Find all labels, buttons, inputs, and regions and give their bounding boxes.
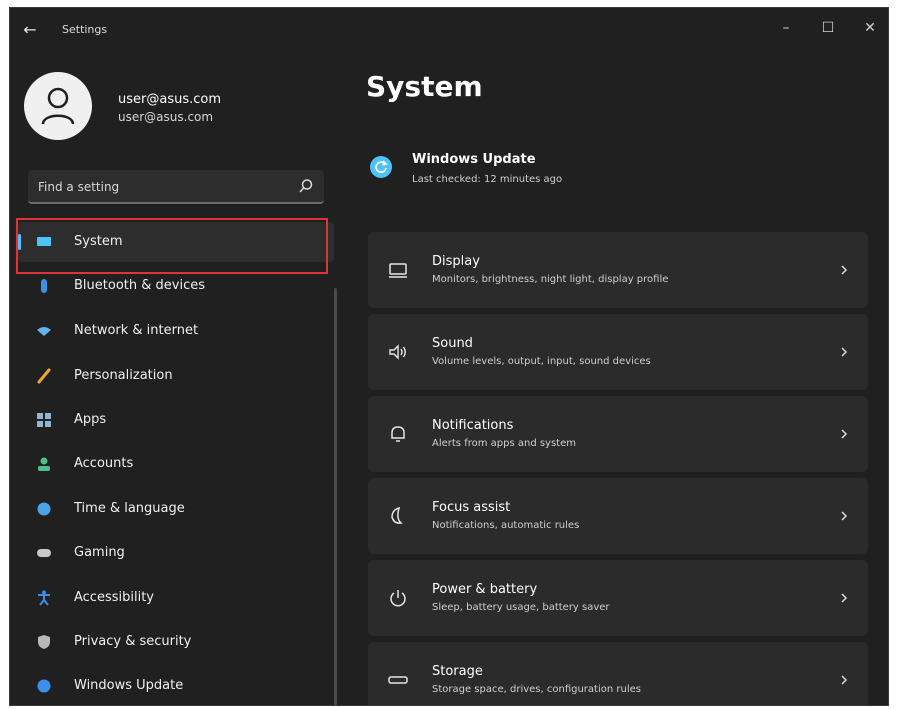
windows-update-status[interactable]: Windows Update Last checked: 12 minutes …: [370, 144, 850, 192]
sidebar-item-accounts[interactable]: Accounts: [18, 444, 334, 484]
card-title: Focus assist: [432, 500, 511, 515]
bell-icon: [391, 426, 405, 442]
sidebar-item-label: Time & language: [74, 501, 185, 516]
avatar: [24, 72, 92, 140]
accessibility-icon: [38, 590, 50, 606]
card-subtitle: Alerts from apps and system: [432, 438, 576, 449]
card-title: Sound: [432, 336, 473, 351]
minimize-icon[interactable]: –: [774, 16, 798, 40]
card-display[interactable]: Display Monitors, brightness, night ligh…: [368, 232, 868, 308]
card-title: Display: [432, 254, 480, 269]
storage-icon: [388, 676, 408, 684]
page-title: System: [366, 70, 483, 103]
sidebar-item-gaming[interactable]: Gaming: [18, 533, 334, 573]
sidebar-scrollbar[interactable]: [334, 288, 337, 705]
speaker-icon: [389, 344, 406, 360]
sidebar-item-label: Personalization: [74, 368, 173, 383]
chevron-right-icon: [841, 429, 848, 439]
sidebar-item-label: Accounts: [74, 456, 134, 471]
close-icon[interactable]: ✕: [858, 16, 882, 40]
chevron-right-icon: [841, 265, 848, 275]
card-subtitle: Notifications, automatic rules: [432, 520, 580, 531]
user-email: user@asus.com: [118, 110, 214, 124]
update-icon: [37, 679, 51, 693]
main-content: System Windows Update Last checked: 12 m…: [356, 52, 888, 705]
search-box: [28, 170, 324, 204]
back-arrow-icon[interactable]: ←: [20, 20, 40, 40]
monitor-icon: [37, 237, 51, 246]
windows-update-title: Windows Update: [412, 152, 536, 167]
sidebar-item-label: Network & internet: [74, 323, 199, 338]
title-bar: ← Settings – ☐ ✕: [10, 8, 888, 52]
sidebar-item-personalization[interactable]: Personalization: [18, 356, 334, 396]
window-title: Settings: [62, 23, 108, 36]
sidebar-item-windows-update[interactable]: Windows Update: [18, 666, 334, 705]
chevron-right-icon: [841, 593, 848, 603]
user-name: user@asus.com: [118, 92, 222, 107]
sidebar-item-label: Bluetooth & devices: [74, 278, 205, 293]
sidebar-item-accessibility[interactable]: Accessibility: [18, 578, 334, 618]
search-input[interactable]: [36, 177, 290, 197]
card-title: Power & battery: [432, 582, 538, 597]
person-icon: [38, 457, 50, 471]
card-storage[interactable]: Storage Storage space, drives, configura…: [368, 642, 868, 705]
sidebar-item-bluetooth[interactable]: Bluetooth & devices: [18, 266, 334, 306]
chevron-right-icon: [841, 347, 848, 357]
sidebar-item-label: Accessibility: [74, 590, 154, 605]
card-subtitle: Sleep, battery usage, battery saver: [432, 602, 610, 613]
brush-icon: [37, 368, 51, 384]
windows-update-subtitle: Last checked: 12 minutes ago: [412, 174, 563, 185]
display-icon: [389, 263, 407, 278]
card-title: Storage: [432, 664, 483, 679]
sidebar-item-privacy[interactable]: Privacy & security: [18, 622, 334, 662]
card-notifications[interactable]: Notifications Alerts from apps and syste…: [368, 396, 868, 472]
sidebar-item-label: System: [74, 234, 123, 249]
power-icon: [390, 590, 406, 607]
bluetooth-icon: [41, 279, 47, 293]
settings-window: ← Settings – ☐ ✕ user@asus.com user@asus…: [10, 8, 888, 705]
sidebar-item-label: Gaming: [74, 545, 125, 560]
card-subtitle: Storage space, drives, configuration rul…: [432, 684, 641, 695]
sidebar-item-time-language[interactable]: Time & language: [18, 489, 334, 529]
person-avatar-icon: [41, 87, 75, 125]
apps-icon: [37, 413, 51, 427]
gamepad-icon: [37, 549, 51, 557]
shield-icon: [38, 635, 50, 649]
sidebar-item-label: Privacy & security: [74, 634, 192, 649]
card-sound[interactable]: Sound Volume levels, output, input, soun…: [368, 314, 868, 390]
moon-icon: [391, 506, 403, 524]
sidebar-item-label: Windows Update: [74, 678, 184, 693]
card-title: Notifications: [432, 418, 514, 433]
user-profile[interactable]: user@asus.com user@asus.com: [24, 72, 324, 142]
maximize-icon[interactable]: ☐: [816, 16, 840, 40]
sidebar-item-system[interactable]: System: [18, 222, 334, 262]
sidebar-item-apps[interactable]: Apps: [18, 400, 334, 440]
card-focus-assist[interactable]: Focus assist Notifications, automatic ru…: [368, 478, 868, 554]
wifi-icon: [37, 327, 51, 336]
sidebar-item-label: Apps: [74, 412, 107, 427]
windows-update-icon: [370, 156, 392, 178]
card-power-battery[interactable]: Power & battery Sleep, battery usage, ba…: [368, 560, 868, 636]
card-subtitle: Volume levels, output, input, sound devi…: [432, 356, 651, 367]
chevron-right-icon: [841, 675, 848, 685]
chevron-right-icon: [841, 511, 848, 521]
sidebar: user@asus.com user@asus.com System Bluet…: [10, 52, 340, 705]
search-icon[interactable]: [298, 178, 314, 194]
card-subtitle: Monitors, brightness, night light, displ…: [432, 274, 669, 285]
sidebar-item-network[interactable]: Network & internet: [18, 311, 334, 351]
globe-clock-icon: [37, 502, 51, 516]
